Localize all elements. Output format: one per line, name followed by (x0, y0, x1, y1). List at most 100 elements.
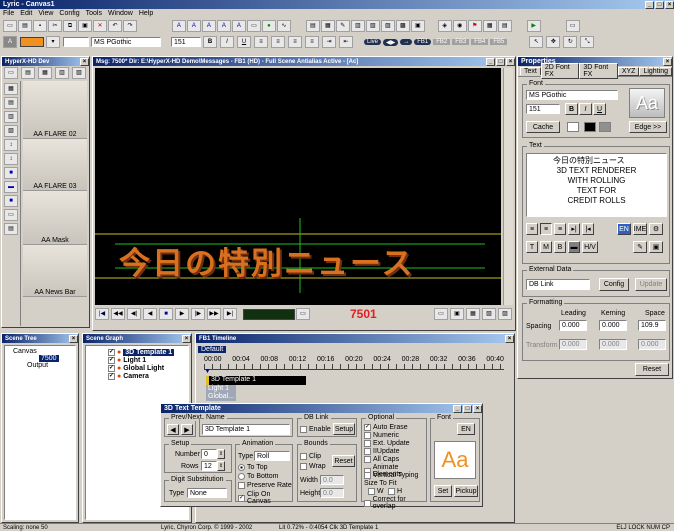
tab-3d-font-fx[interactable]: 3D Font FX (579, 63, 618, 79)
transform-leading-field[interactable]: 0.000 (559, 339, 587, 350)
align-right-button[interactable]: ≡ (554, 223, 566, 235)
number-field[interactable]: 0 (201, 449, 217, 459)
text-abc-icon[interactable]: A (171, 20, 186, 32)
preserve-rate-checkbox[interactable]: Preserve Rate (238, 482, 292, 489)
graph-item[interactable]: ✓ ● Light 1 (108, 356, 186, 364)
transform-space-field[interactable]: 0.000 (638, 339, 666, 350)
valign-bottom-button[interactable]: B (554, 241, 566, 253)
clip-on-canvas-checkbox[interactable]: ✓ Clip On Canvas (238, 491, 292, 505)
save-icon[interactable]: ▪ (33, 20, 47, 32)
cut-icon[interactable]: ✂ (48, 20, 62, 32)
db-link-select[interactable]: DB Link (526, 279, 590, 290)
fb3-button[interactable]: FB3 (452, 39, 470, 45)
db-setup-button[interactable]: Setup (333, 423, 355, 435)
delete-icon[interactable]: ✕ (93, 20, 107, 32)
text-style-icon[interactable]: A (3, 36, 17, 48)
ffwd-icon[interactable]: ▶▶ (207, 308, 221, 320)
tree-item-7500[interactable]: 7500 (39, 355, 59, 362)
wrap-checkbox[interactable]: Wrap (300, 463, 326, 470)
menu-view[interactable]: View (38, 10, 53, 17)
edit-icon[interactable]: ✎ (633, 241, 647, 253)
tool-icon-h[interactable]: ▣ (410, 20, 425, 32)
template-item[interactable]: AA FLARE 03 (23, 139, 87, 191)
tool-icon-g[interactable]: ▩ (395, 20, 410, 32)
rewind-icon[interactable]: ◀◀ (111, 308, 125, 320)
fb5-button[interactable]: FB5 (490, 39, 508, 45)
pointer-icon[interactable]: ↖ (529, 36, 544, 48)
italic-button[interactable]: I (220, 36, 234, 48)
height-field[interactable]: 0.0 (320, 488, 344, 498)
dialog-font-preview[interactable]: Aa (434, 441, 476, 479)
tool-icon-a[interactable]: ▤ (305, 20, 320, 32)
play-icon[interactable]: ▶ (175, 308, 189, 320)
digit-type-select[interactable]: None (187, 488, 227, 498)
update-button[interactable]: Update (635, 278, 667, 291)
reset-button[interactable]: Reset (635, 363, 669, 376)
fill-black-swatch[interactable] (584, 122, 596, 132)
view-icon-2[interactable]: ▣ (450, 308, 464, 320)
graph-item[interactable]: ✓ ● Global Light (108, 364, 186, 372)
viewer-min[interactable]: _ (486, 57, 495, 66)
transform-kerning-field[interactable]: 0.000 (599, 339, 627, 350)
lp-icon-e[interactable]: ▧ (72, 66, 86, 79)
viewer-max[interactable]: □ (496, 57, 505, 66)
timeline-default-tab[interactable]: Default (198, 346, 227, 353)
lp-side-icon-6[interactable]: ↕ (4, 153, 18, 165)
tool-icon-b[interactable]: ▦ (320, 20, 335, 32)
fit-w-checkbox[interactable]: W (368, 488, 384, 495)
ime-button[interactable]: IME (633, 223, 647, 235)
prop-size-select[interactable]: 151 (526, 104, 560, 114)
rows-spinner[interactable]: ⇕ (217, 461, 225, 471)
prop-font-select[interactable]: MS PGothic (526, 90, 618, 100)
align-center-button[interactable]: ≡ (540, 223, 552, 235)
lp-side-icon-9[interactable]: ■ (4, 195, 18, 207)
en-button[interactable]: EN (617, 223, 631, 235)
cache-button[interactable]: Cache (526, 121, 560, 133)
lp-side-icon-2[interactable]: ▤ (4, 97, 18, 109)
lp-icon-b[interactable]: ▤ (21, 66, 35, 79)
to-top-radio[interactable]: To Top (238, 464, 268, 471)
dialog-pickup-button[interactable]: Pickup (454, 485, 478, 497)
tool-icon-j[interactable]: ◉ (452, 20, 467, 32)
tab-icon[interactable]: ⇥ (322, 36, 336, 48)
lp-side-icon-4[interactable]: ▧ (4, 125, 18, 137)
track-light-1[interactable]: Light 1 (206, 385, 236, 393)
to-bottom-radio[interactable]: To Bottom (238, 473, 279, 480)
fb2-button[interactable]: FB2 (433, 39, 451, 45)
size-select[interactable]: 151 (171, 37, 201, 47)
view-icon-1[interactable]: ▭ (434, 308, 448, 320)
color-swatch[interactable] (20, 37, 44, 47)
playhead-icon[interactable]: ▼ (204, 368, 211, 375)
font-preview[interactable]: Aa (629, 88, 665, 118)
align-right-icon[interactable]: ≡ (288, 36, 302, 48)
spacing-leading-field[interactable]: 0.000 (559, 320, 587, 331)
config-button[interactable]: Config (599, 278, 629, 291)
spacing-space-field[interactable]: 109.9 (638, 320, 666, 331)
edge-button[interactable]: Edge >> (629, 121, 667, 133)
dialog-close[interactable]: × (473, 404, 482, 413)
tool-icon-l[interactable]: ▤ (497, 20, 512, 32)
copy-icon[interactable]: ⧉ (63, 20, 77, 32)
left-panel-close[interactable]: × (80, 57, 89, 66)
slider-icon[interactable]: ▭ (296, 308, 310, 320)
ime-settings-icon[interactable]: ⚙ (649, 223, 663, 235)
tool-icon-e[interactable]: ▧ (365, 20, 380, 32)
lp-icon-c[interactable]: ▦ (38, 66, 52, 79)
hv-button[interactable]: H/V (582, 241, 598, 253)
open-icon[interactable]: ▤ (18, 20, 32, 32)
template-item[interactable]: AA Mask (23, 191, 87, 245)
color-dropdown-icon[interactable]: ▾ (46, 36, 60, 48)
text-abc4-icon[interactable]: A (216, 20, 231, 32)
scale-icon[interactable]: ⤡ (580, 36, 595, 48)
graph-item[interactable]: ✓ ● 3D Template 1 (108, 348, 186, 356)
clip-checkbox[interactable]: Clip (300, 453, 321, 460)
width-field[interactable]: 0.0 (320, 475, 344, 485)
flag-icon[interactable]: ⚑ (467, 20, 482, 32)
tree-item-canvas[interactable]: Canvas (7, 348, 73, 355)
anim-type-select[interactable]: Roll (254, 451, 290, 461)
tool-icon-d[interactable]: ▥ (350, 20, 365, 32)
view-icon-4[interactable]: ▧ (482, 308, 496, 320)
ext-update-checkbox[interactable]: Ext. Update (364, 440, 410, 447)
text-abc5-icon[interactable]: A (231, 20, 246, 32)
rows-field[interactable]: 12 (201, 461, 217, 471)
